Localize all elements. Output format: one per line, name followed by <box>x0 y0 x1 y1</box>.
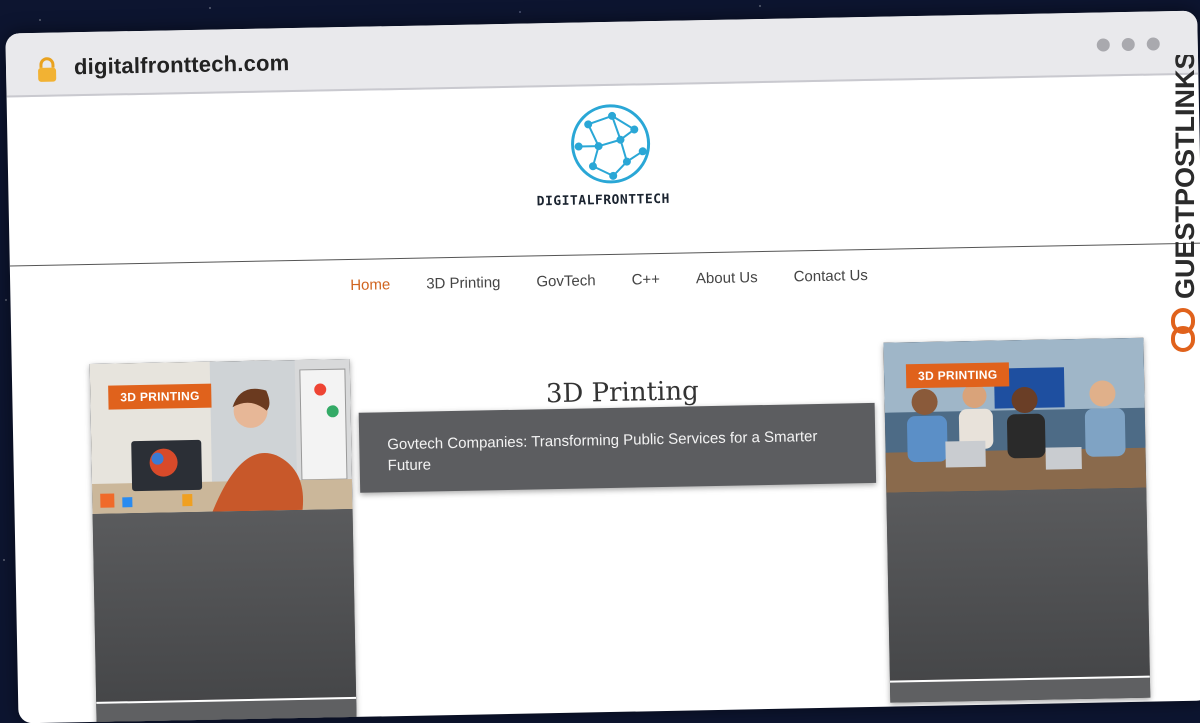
left-article-card[interactable]: 3D PRINTING <box>90 359 357 723</box>
nav-3d-printing[interactable]: 3D Printing <box>426 274 501 292</box>
logo-wordmark: DIGITALFRONTTECH <box>537 192 667 209</box>
category-badge[interactable]: 3D PRINTING <box>906 362 1010 388</box>
link-icon <box>1173 310 1193 350</box>
address-bar-url[interactable]: digitalfronttech.com <box>74 50 290 80</box>
featured-post-banner[interactable]: Govtech Companies: Transforming Public S… <box>359 403 876 493</box>
nav-govtech[interactable]: GovTech <box>536 272 596 290</box>
nav-about-us[interactable]: About Us <box>696 269 758 287</box>
section-title: 3D Printing <box>512 376 733 410</box>
right-article-card[interactable]: 3D PRINTING <box>883 338 1150 703</box>
site-logo[interactable]: DIGITALFRONTTECH <box>555 101 667 209</box>
guestpostlinks-watermark: GUESTPOSTLINKS <box>1166 55 1200 355</box>
card-body <box>93 509 357 723</box>
category-badge[interactable]: 3D PRINTING <box>108 384 212 410</box>
main-nav: Home 3D Printing GovTech C++ About Us Co… <box>350 267 868 294</box>
article-image-3d-printing <box>90 359 353 514</box>
web-page: DIGITALFRONTTECH Home 3D Printing GovTec… <box>7 75 1200 718</box>
globe-network-icon <box>568 101 654 187</box>
browser-window: digitalfronttech.com <box>5 11 1200 723</box>
article-image-meeting <box>883 338 1146 493</box>
featured-post-title[interactable]: Govtech Companies: Transforming Public S… <box>387 425 856 476</box>
nav-contact-us[interactable]: Contact Us <box>793 267 868 285</box>
card-footer-strip <box>96 697 356 723</box>
card-footer-strip <box>890 676 1150 703</box>
window-dot-3[interactable] <box>1147 37 1160 50</box>
window-dot-1[interactable] <box>1097 38 1110 51</box>
window-controls <box>1097 37 1160 51</box>
nav-home[interactable]: Home <box>350 276 390 294</box>
lock-icon <box>34 56 60 82</box>
window-dot-2[interactable] <box>1122 38 1135 51</box>
nav-cpp[interactable]: C++ <box>631 271 660 289</box>
header-divider <box>10 243 1200 267</box>
card-body <box>886 488 1150 703</box>
watermark-text: GUESTPOSTLINKS <box>1170 55 1200 299</box>
